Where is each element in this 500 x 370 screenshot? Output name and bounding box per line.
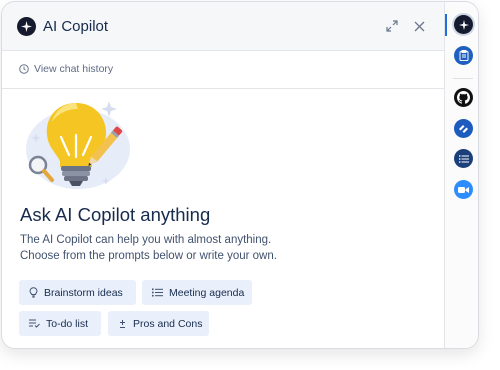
panel-header: AI Copilot bbox=[2, 2, 444, 51]
jira-icon bbox=[459, 125, 468, 133]
list-icon bbox=[152, 288, 163, 297]
meeting-agenda-button[interactable]: Meeting agenda bbox=[142, 280, 252, 305]
plus-minus-icon bbox=[120, 319, 125, 328]
clock-icon bbox=[19, 64, 29, 74]
sidebar-divider bbox=[453, 78, 473, 79]
chip-label: Meeting agenda bbox=[169, 286, 245, 299]
sidebar-item-copilot[interactable] bbox=[454, 15, 473, 34]
github-icon bbox=[457, 91, 470, 104]
history-label: View chat history bbox=[34, 63, 114, 75]
to-do-list-button[interactable]: To-do list bbox=[19, 311, 101, 336]
description-line-1: The AI Copilot can help you with almost … bbox=[20, 234, 272, 246]
sidebar-item-zoom[interactable] bbox=[454, 180, 473, 199]
expand-button[interactable] bbox=[384, 18, 400, 34]
chip-label: Pros and Cons bbox=[133, 317, 203, 330]
copilot-panel: AI Copilot View chat history Ask AI Copi… bbox=[1, 1, 479, 349]
close-button[interactable] bbox=[411, 18, 427, 34]
lightbulb-pencil-icon bbox=[26, 101, 130, 189]
page-title: Ask AI Copilot anything bbox=[20, 204, 211, 225]
pros-and-cons-button[interactable]: Pros and Cons bbox=[108, 311, 209, 336]
sidebar-item-jira[interactable] bbox=[454, 119, 473, 138]
brainstorm-ideas-button[interactable]: Brainstorm ideas bbox=[19, 280, 136, 305]
sidebar-item-list[interactable] bbox=[454, 149, 473, 168]
sidebar-item-notes[interactable] bbox=[454, 46, 473, 65]
history-bar: View chat history bbox=[2, 51, 444, 89]
clipboard-icon bbox=[459, 50, 468, 61]
video-camera-icon bbox=[458, 186, 469, 193]
panel-title: AI Copilot bbox=[43, 18, 109, 35]
chip-label: Brainstorm ideas bbox=[44, 286, 123, 299]
checklist-icon bbox=[29, 319, 40, 328]
sidebar-item-github[interactable] bbox=[454, 88, 473, 107]
chip-label: To-do list bbox=[46, 317, 89, 330]
active-indicator bbox=[445, 14, 447, 36]
lightbulb-icon bbox=[29, 287, 38, 298]
description: The AI Copilot can help you with almost … bbox=[20, 232, 320, 264]
list-icon bbox=[458, 154, 469, 163]
sparkle-icon bbox=[17, 17, 36, 36]
close-icon bbox=[414, 21, 424, 31]
description-line-2: Choose from the prompts below or write y… bbox=[20, 250, 277, 262]
sparkle-icon bbox=[458, 19, 469, 30]
expand-icon bbox=[386, 20, 398, 32]
view-chat-history-link[interactable]: View chat history bbox=[19, 63, 113, 75]
app-sidebar bbox=[444, 2, 478, 348]
